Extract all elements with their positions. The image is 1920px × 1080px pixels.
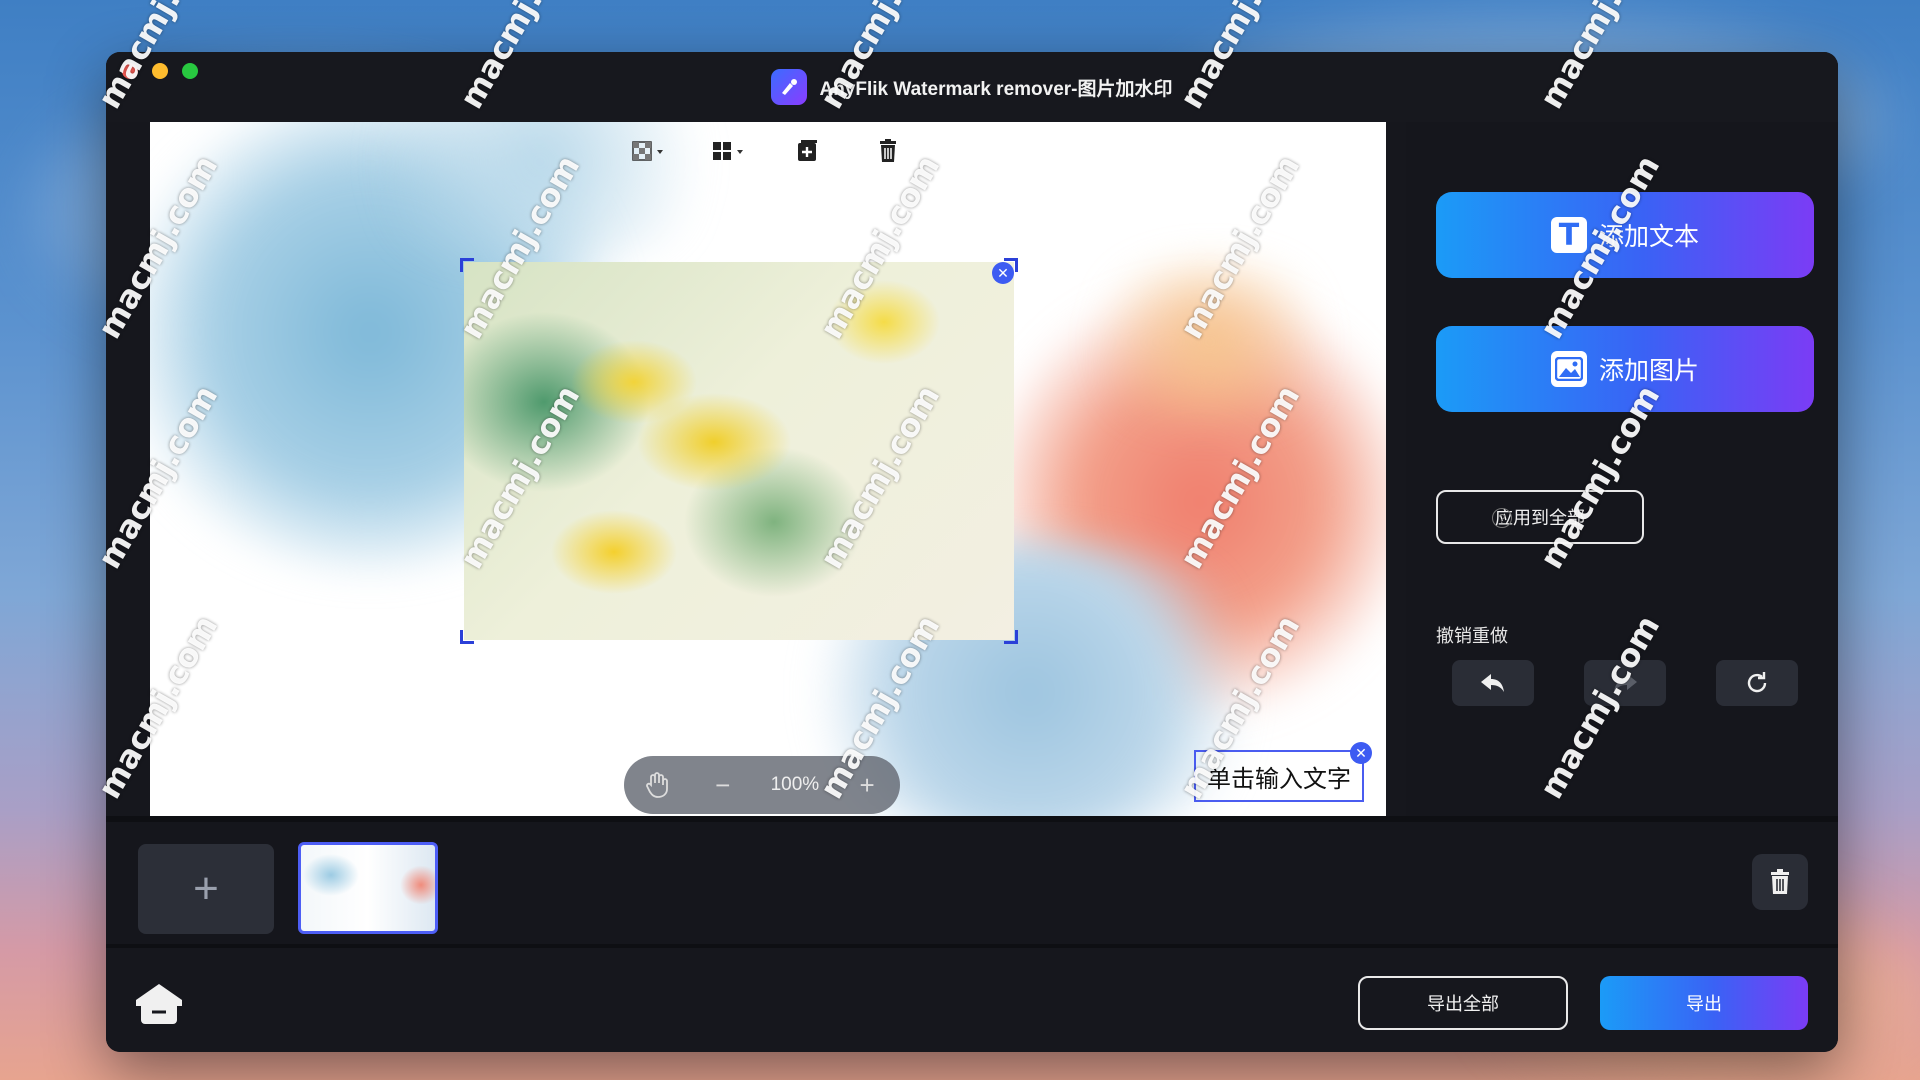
hand-pan-icon[interactable] (639, 767, 675, 803)
image-canvas[interactable]: ✕ 单击输入文字 ✕ − 100% + (150, 122, 1386, 816)
remove-layer-close-icon[interactable]: ✕ (992, 262, 1014, 284)
image-icon (1550, 351, 1587, 387)
window-title: AnyFlik Watermark remover-图片加水印 (819, 78, 1173, 100)
trash-icon (1771, 869, 1789, 894)
zoom-in-button[interactable]: + (849, 767, 885, 803)
export-all-button[interactable]: 导出全部 (1358, 976, 1568, 1030)
text-t-icon: T (1550, 217, 1587, 253)
add-image-button[interactable]: 添加图片 (1436, 326, 1814, 412)
window-title-group: AnyFlik Watermark remover-图片加水印 (771, 69, 1173, 105)
help-icon[interactable]: ? (1492, 508, 1512, 528)
transparency-icon[interactable] (625, 136, 671, 166)
add-text-button[interactable]: T 添加文本 (1436, 192, 1814, 278)
refresh-icon (1747, 672, 1767, 693)
trash-icon[interactable] (865, 136, 911, 166)
zoom-window-button[interactable] (182, 63, 198, 79)
text-watermark-value[interactable]: 单击输入文字 (1207, 759, 1351, 794)
delete-thumbnail-button[interactable] (1752, 854, 1808, 910)
resize-handle-top-left[interactable] (460, 258, 474, 272)
home-icon[interactable] (134, 982, 184, 1031)
image-thumbnail[interactable] (298, 842, 438, 934)
add-image-tile[interactable]: + (138, 844, 274, 934)
app-window: AnyFlik Watermark remover-图片加水印 ✕ 单击输入文字… (106, 52, 1838, 1052)
watercolor-orange-splash (1070, 262, 1350, 422)
remove-text-close-icon[interactable]: ✕ (1350, 742, 1372, 764)
resize-handle-bottom-left[interactable] (460, 630, 474, 644)
grid-layout-icon[interactable] (705, 136, 751, 166)
redo-button[interactable] (1584, 660, 1666, 706)
add-layer-icon[interactable] (785, 136, 831, 166)
title-bar: AnyFlik Watermark remover-图片加水印 (106, 52, 1838, 122)
export-button[interactable]: 导出 (1600, 976, 1808, 1030)
zoom-controls: − 100% + (624, 756, 900, 814)
add-image-label: 添加图片 (1598, 357, 1699, 385)
thumbnail-strip: + (106, 816, 1838, 944)
minimize-window-button[interactable] (152, 63, 168, 79)
close-window-button[interactable] (122, 63, 138, 79)
text-watermark-layer[interactable]: 单击输入文字 ✕ (1194, 742, 1372, 802)
zoom-out-button[interactable]: − (705, 767, 741, 803)
reset-button[interactable] (1716, 660, 1798, 706)
add-text-label: 添加文本 (1598, 223, 1699, 251)
undo-button[interactable] (1452, 660, 1534, 706)
resize-handle-bottom-right[interactable] (1004, 630, 1018, 644)
image-watermark-layer[interactable]: ✕ (460, 258, 1018, 644)
app-logo-icon (771, 69, 808, 105)
zoom-level: 100% (770, 774, 820, 795)
redo-arrow-icon (1614, 674, 1637, 692)
apply-to-all-button[interactable]: 应用到全部 (1436, 490, 1644, 544)
undo-redo-title: 撤销重做 (1436, 626, 1508, 646)
undo-arrow-icon (1481, 674, 1504, 692)
window-controls (122, 63, 198, 79)
right-sidebar: T 添加文本 添加图片 应用到全部 撤销重做 (1406, 122, 1838, 816)
bottom-action-bar: 导出全部 导出 (106, 944, 1838, 1052)
canvas-toolbar (625, 136, 911, 166)
